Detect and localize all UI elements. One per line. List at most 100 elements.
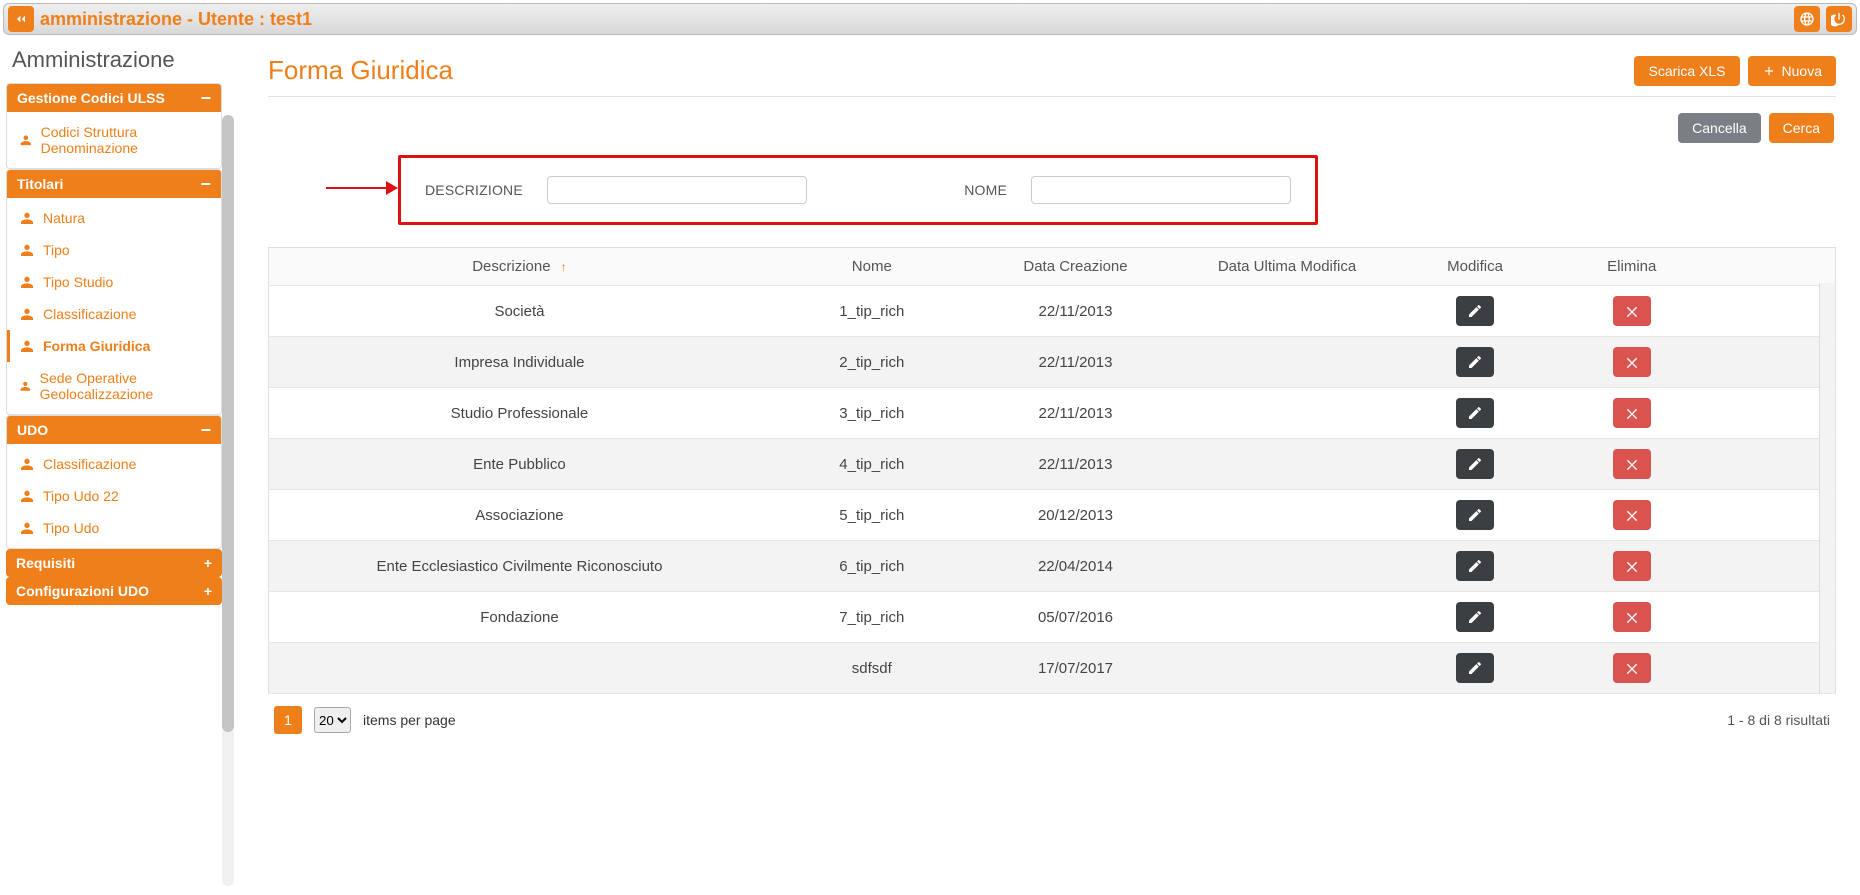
table-scrollbar[interactable] — [1819, 283, 1835, 693]
sidebar-group-header[interactable]: Requisiti + — [6, 549, 222, 577]
col-scroll-spacer — [1710, 248, 1835, 286]
sidebar-item[interactable]: Tipo Studio — [7, 266, 221, 298]
sidebar-item[interactable]: Forma Giuridica — [7, 330, 221, 362]
table-row: Società1_tip_rich22/11/2013 — [269, 286, 1836, 337]
annotation-arrow — [326, 187, 386, 189]
cell-descrizione: Studio Professionale — [269, 388, 770, 439]
sidebar-item[interactable]: Codici Struttura Denominazione — [7, 116, 221, 164]
cell-data-modifica — [1177, 541, 1396, 592]
edit-button[interactable] — [1456, 653, 1494, 683]
filter-nome-input[interactable] — [1031, 176, 1291, 204]
close-icon — [1624, 609, 1640, 625]
close-icon — [1624, 558, 1640, 574]
expand-icon: + — [204, 583, 212, 599]
filter-nome-label: NOME — [964, 182, 1007, 198]
edit-icon — [1467, 558, 1483, 574]
filter-region: DESCRIZIONE NOME — [308, 155, 1796, 225]
cell-data-creazione: 22/11/2013 — [974, 337, 1178, 388]
user-icon — [19, 338, 35, 354]
globe-icon — [1799, 11, 1815, 27]
edit-icon — [1467, 405, 1483, 421]
download-xls-button[interactable]: Scarica XLS — [1634, 56, 1739, 86]
language-button[interactable] — [1794, 6, 1820, 32]
table-row: Ente Ecclesiastico Civilmente Riconosciu… — [269, 541, 1836, 592]
delete-button[interactable] — [1613, 398, 1651, 428]
data-table: Descrizione ↑ Nome Data Creazione Data U… — [268, 247, 1836, 694]
pager-items-label: items per page — [363, 712, 456, 728]
delete-button[interactable] — [1613, 449, 1651, 479]
sidebar-group-label: Requisiti — [16, 555, 75, 571]
sidebar-group-header[interactable]: UDO− — [7, 416, 221, 444]
sidebar-item[interactable]: Natura — [7, 202, 221, 234]
sidebar-group-header[interactable]: Configurazioni UDO+ — [6, 577, 222, 605]
table-row: Fondazione7_tip_rich05/07/2016 — [269, 592, 1836, 643]
power-icon — [1831, 11, 1847, 27]
user-icon — [19, 456, 35, 472]
table-row: Studio Professionale3_tip_rich22/11/2013 — [269, 388, 1836, 439]
pager-page-size-select[interactable]: 20 — [314, 707, 351, 733]
col-nome[interactable]: Nome — [770, 248, 974, 286]
col-descrizione[interactable]: Descrizione ↑ — [269, 248, 770, 286]
edit-icon — [1467, 354, 1483, 370]
topbar: amministrazione - Utente : test1 — [3, 3, 1857, 35]
collapse-sidebar-button[interactable] — [8, 6, 34, 32]
cell-descrizione: Fondazione — [269, 592, 770, 643]
edit-button[interactable] — [1456, 602, 1494, 632]
sidebar-scrollbar[interactable] — [222, 115, 234, 886]
sidebar-title: Amministrazione — [6, 41, 222, 77]
sidebar-item[interactable]: Classificazione — [7, 298, 221, 330]
sort-asc-icon: ↑ — [561, 260, 567, 274]
cell-data-modifica — [1177, 388, 1396, 439]
cell-nome: 4_tip_rich — [770, 439, 974, 490]
sidebar-item[interactable]: Classificazione — [7, 448, 221, 480]
sidebar-item[interactable]: Sede Operative Geolocalizzazione — [7, 362, 221, 410]
delete-button[interactable] — [1613, 602, 1651, 632]
logout-button[interactable] — [1826, 6, 1852, 32]
edit-button[interactable] — [1456, 551, 1494, 581]
new-button[interactable]: Nuova — [1748, 56, 1836, 86]
collapse-icon: − — [200, 177, 211, 191]
cell-nome: 2_tip_rich — [770, 337, 974, 388]
edit-button[interactable] — [1456, 296, 1494, 326]
user-icon — [19, 488, 35, 504]
edit-button[interactable] — [1456, 449, 1494, 479]
delete-button[interactable] — [1613, 653, 1651, 683]
col-elimina: Elimina — [1553, 248, 1710, 286]
sidebar-item-label: Tipo Studio — [43, 274, 113, 290]
sidebar-item[interactable]: Tipo — [7, 234, 221, 266]
edit-button[interactable] — [1456, 398, 1494, 428]
edit-icon — [1467, 660, 1483, 676]
user-icon — [19, 210, 35, 226]
edit-button[interactable] — [1456, 347, 1494, 377]
pager-current-page[interactable]: 1 — [274, 706, 302, 734]
delete-button[interactable] — [1613, 347, 1651, 377]
cell-descrizione: Ente Pubblico — [269, 439, 770, 490]
sidebar-item[interactable]: Tipo Udo 22 — [7, 480, 221, 512]
col-data-modifica[interactable]: Data Ultima Modifica — [1177, 248, 1396, 286]
edit-icon — [1467, 303, 1483, 319]
sidebar-item[interactable]: Tipo Udo — [7, 512, 221, 544]
filter-descrizione-input[interactable] — [547, 176, 807, 204]
sidebar-group-header[interactable]: Titolari − — [7, 170, 221, 198]
cell-data-creazione: 22/04/2014 — [974, 541, 1178, 592]
delete-button[interactable] — [1613, 296, 1651, 326]
cell-nome: 5_tip_rich — [770, 490, 974, 541]
user-icon — [19, 132, 33, 148]
sidebar-group-label: Titolari — [17, 176, 63, 192]
delete-button[interactable] — [1613, 500, 1651, 530]
cell-descrizione: Impresa Individuale — [269, 337, 770, 388]
search-button[interactable]: Cerca — [1769, 113, 1834, 143]
cancel-button[interactable]: Cancella — [1678, 113, 1760, 143]
cell-data-modifica — [1177, 439, 1396, 490]
col-data-creazione[interactable]: Data Creazione — [974, 248, 1178, 286]
delete-button[interactable] — [1613, 551, 1651, 581]
expand-icon: + — [204, 555, 212, 571]
pager-summary: 1 - 8 di 8 risultati — [1727, 712, 1830, 728]
sidebar-group-label: Gestione Codici ULSS — [17, 90, 165, 106]
edit-button[interactable] — [1456, 500, 1494, 530]
sidebar: Amministrazione Gestione Codici ULSS−Cod… — [0, 35, 228, 894]
page-title: Forma Giuridica — [268, 55, 1634, 86]
sidebar-group-header[interactable]: Gestione Codici ULSS− — [7, 84, 221, 112]
cell-data-creazione: 20/12/2013 — [974, 490, 1178, 541]
cell-data-modifica — [1177, 592, 1396, 643]
